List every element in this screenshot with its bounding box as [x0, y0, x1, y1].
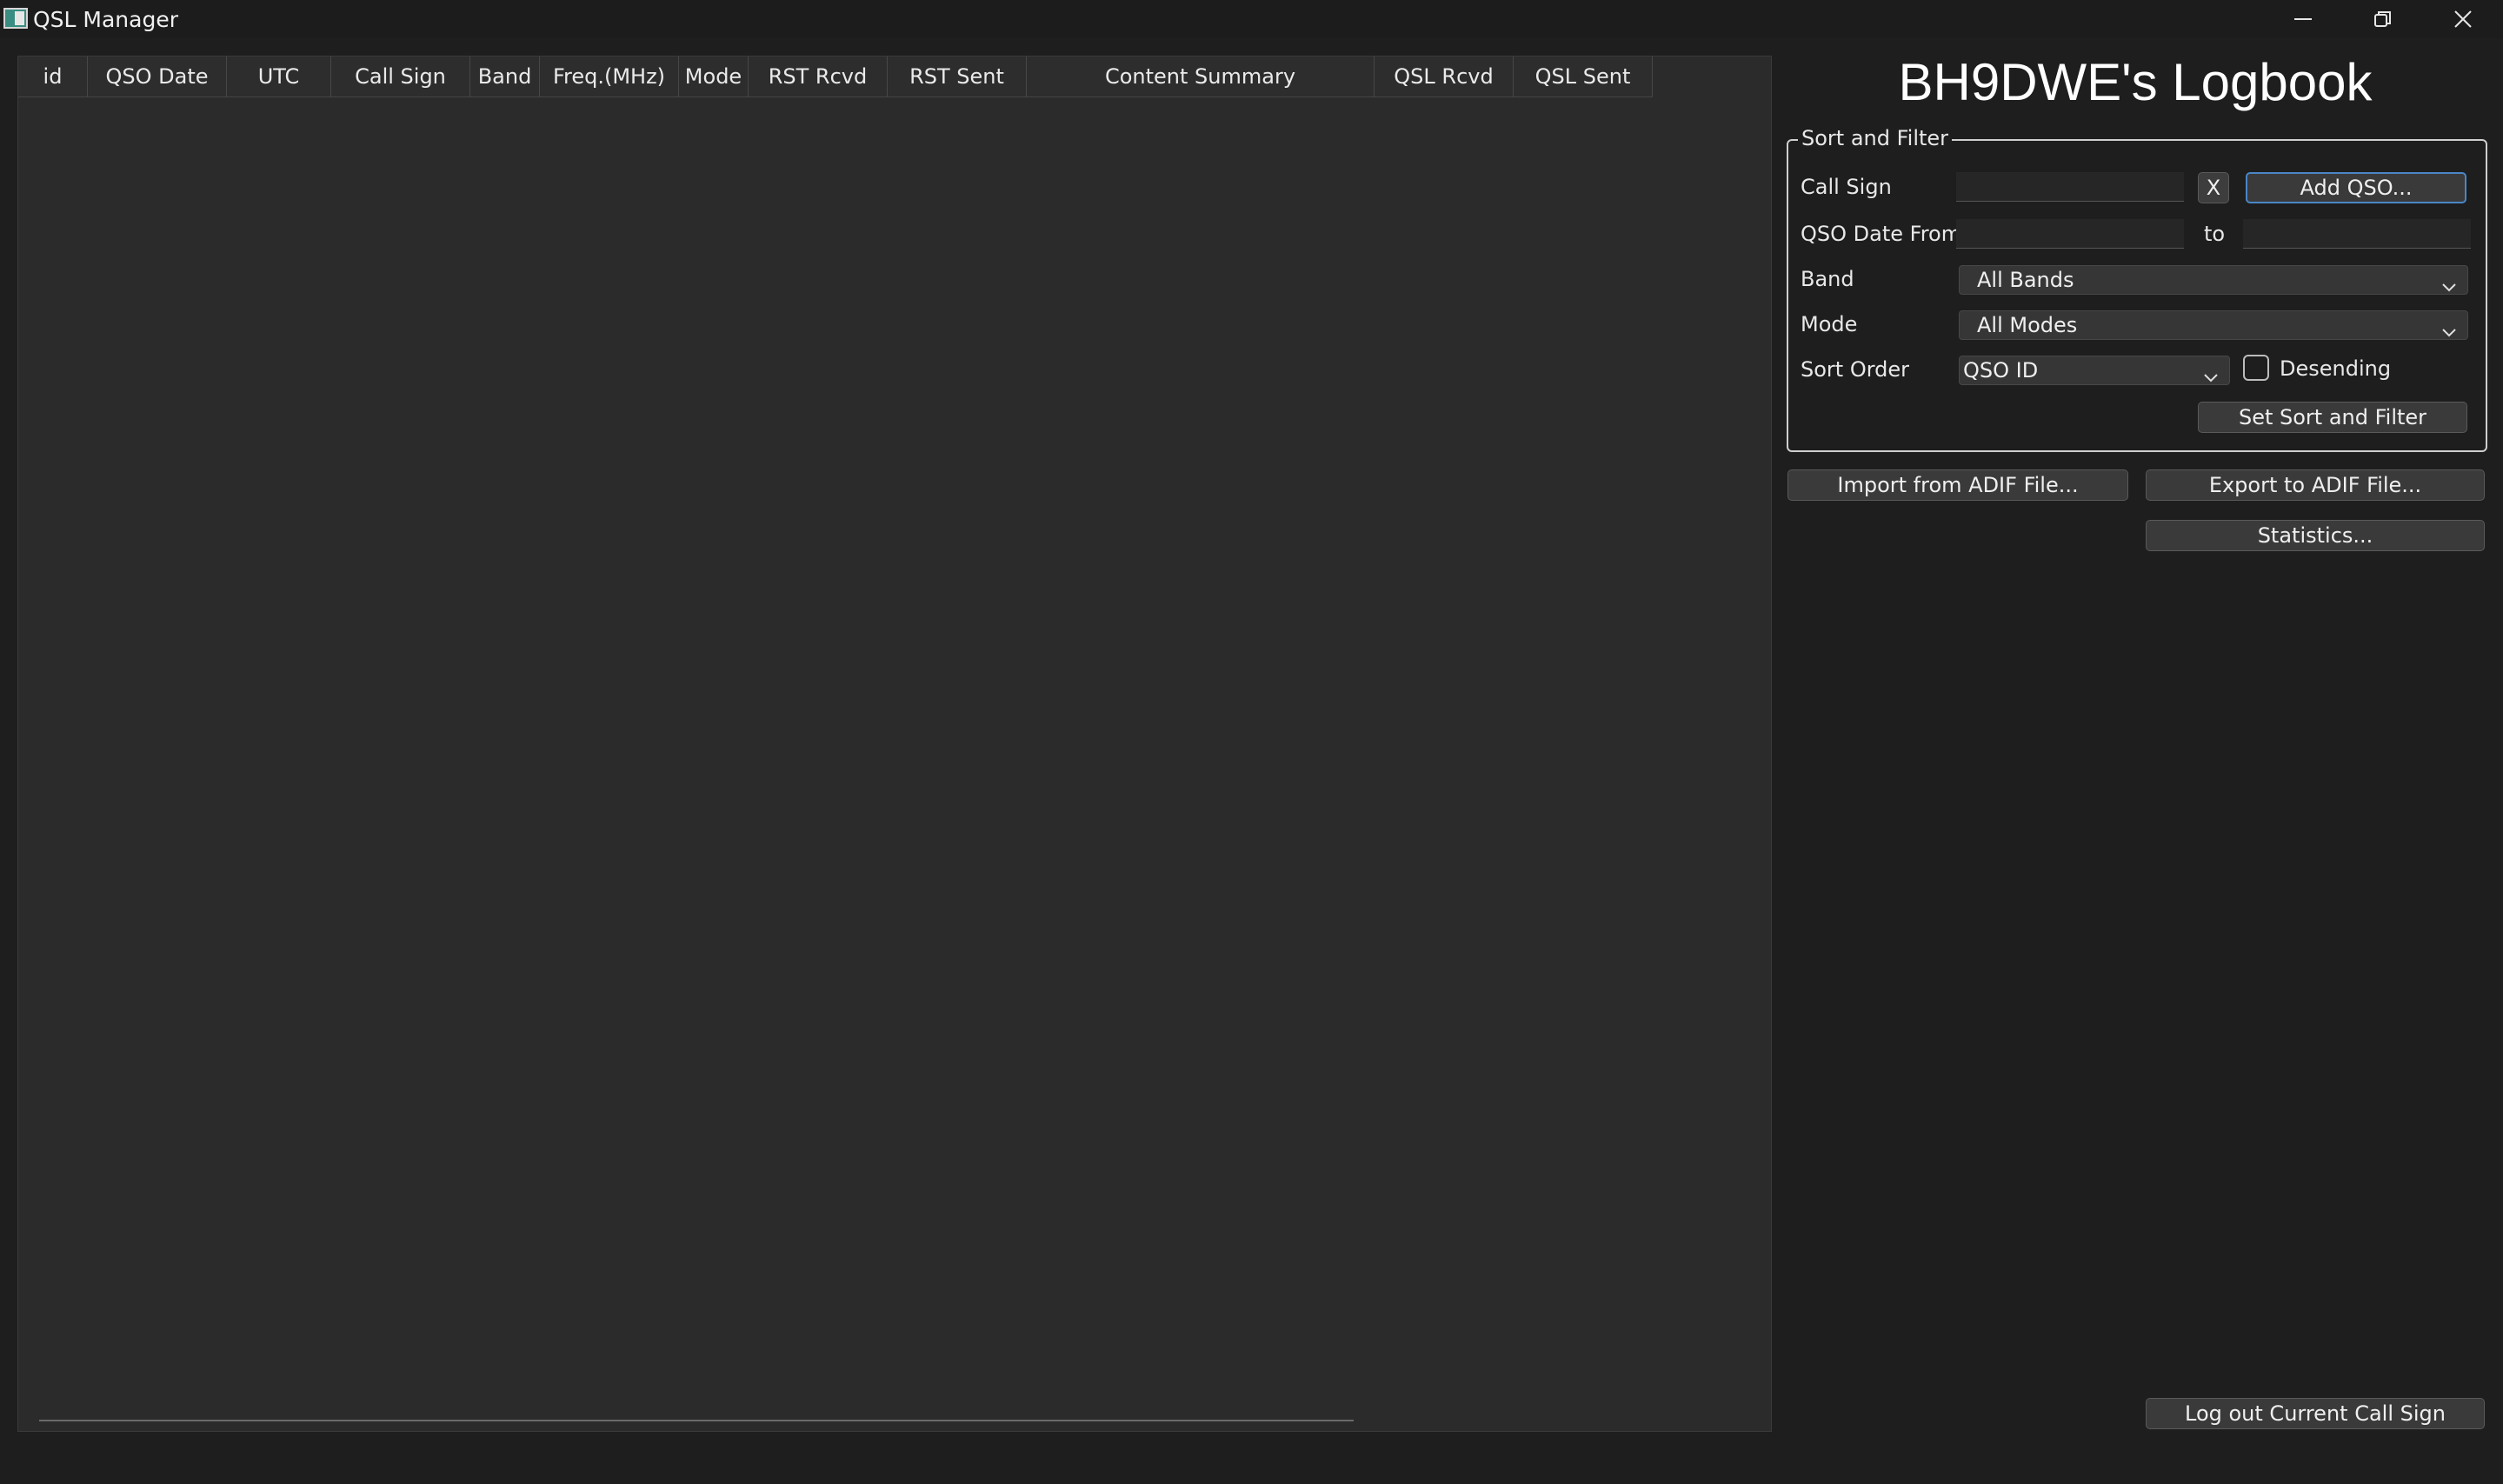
band-select[interactable]: All Bands — [1959, 265, 2468, 295]
title-bar: QSL Manager — [0, 0, 2503, 38]
column-header-call-sign[interactable]: Call Sign — [331, 57, 470, 96]
qso-date-from-input[interactable] — [1956, 219, 2184, 249]
descending-label[interactable]: Desending — [2280, 356, 2391, 381]
restore-button[interactable] — [2343, 0, 2423, 38]
export-adif-button[interactable]: Export to ADIF File... — [2146, 469, 2485, 501]
app-icon — [3, 8, 28, 29]
logbook-title: BH9DWE's Logbook — [1898, 53, 2373, 111]
horizontal-scrollbar[interactable] — [39, 1420, 1354, 1421]
chevron-down-icon — [2203, 363, 2219, 391]
sort-filter-group-title: Sort and Filter — [1798, 126, 1953, 150]
column-header-qsl-sent[interactable]: QSL Sent — [1514, 57, 1653, 96]
sort-order-select[interactable]: QSO ID — [1959, 356, 2230, 385]
minimize-icon — [2294, 18, 2312, 20]
band-label: Band — [1801, 267, 1854, 291]
chevron-down-icon — [2441, 273, 2457, 301]
column-header-rst-sent[interactable]: RST Sent — [888, 57, 1027, 96]
statistics-button[interactable]: Statistics... — [2146, 520, 2485, 551]
column-header-mode[interactable]: Mode — [679, 57, 749, 96]
descending-checkbox[interactable] — [2243, 355, 2269, 381]
date-to-label: to — [2204, 222, 2226, 246]
qso-table[interactable]: id QSO Date UTC Call Sign Band Freq.(MHz… — [17, 56, 1772, 1432]
close-icon — [2454, 10, 2472, 28]
set-sort-filter-button[interactable]: Set Sort and Filter — [2198, 402, 2467, 433]
clear-call-sign-button[interactable]: X — [2198, 172, 2229, 203]
window-title: QSL Manager — [33, 7, 179, 32]
column-header-utc[interactable]: UTC — [227, 57, 331, 96]
logout-button[interactable]: Log out Current Call Sign — [2146, 1398, 2485, 1429]
column-header-rst-rcvd[interactable]: RST Rcvd — [749, 57, 888, 96]
call-sign-label: Call Sign — [1801, 175, 1892, 199]
column-header-band[interactable]: Band — [470, 57, 540, 96]
mode-label: Mode — [1801, 312, 1858, 336]
column-header-content-summary[interactable]: Content Summary — [1027, 57, 1375, 96]
sort-order-label: Sort Order — [1801, 357, 1910, 382]
add-qso-button[interactable]: Add QSO... — [2246, 172, 2466, 203]
qso-date-to-input[interactable] — [2243, 219, 2471, 249]
restore-icon — [2374, 11, 2391, 27]
import-adif-button[interactable]: Import from ADIF File... — [1787, 469, 2128, 501]
qso-date-from-label: QSO Date From — [1801, 222, 1962, 246]
band-select-value: All Bands — [1977, 268, 2074, 292]
column-header-qso-date[interactable]: QSO Date — [88, 57, 227, 96]
sort-order-select-value: QSO ID — [1963, 358, 2039, 383]
call-sign-input[interactable] — [1956, 172, 2184, 202]
chevron-down-icon — [2441, 318, 2457, 346]
column-header-qsl-rcvd[interactable]: QSL Rcvd — [1375, 57, 1514, 96]
mode-select[interactable]: All Modes — [1959, 310, 2468, 340]
close-button[interactable] — [2423, 0, 2503, 38]
table-header: id QSO Date UTC Call Sign Band Freq.(MHz… — [18, 57, 1653, 97]
mode-select-value: All Modes — [1977, 313, 2078, 337]
column-header-freq[interactable]: Freq.(MHz) — [540, 57, 679, 96]
minimize-button[interactable] — [2263, 0, 2343, 38]
column-header-id[interactable]: id — [18, 57, 88, 96]
